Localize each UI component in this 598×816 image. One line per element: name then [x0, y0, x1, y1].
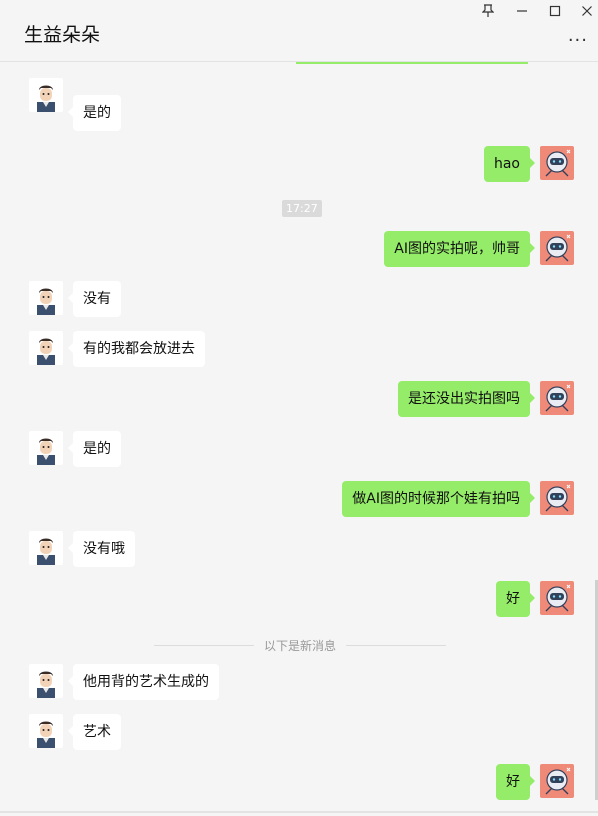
pin-icon[interactable] — [481, 4, 495, 23]
contact-avatar[interactable] — [29, 281, 63, 315]
my-avatar[interactable] — [540, 146, 574, 180]
my-avatar[interactable] — [540, 231, 574, 265]
title-bar: 生益朵朵 ··· — [0, 0, 598, 62]
message-bubble[interactable]: 他用背的艺术生成的 — [68, 664, 219, 700]
message-bubble[interactable]: 是还没出实拍图吗 — [398, 381, 535, 417]
message-bubble[interactable]: 做AI图的时候那个娃有拍吗 — [342, 481, 535, 517]
message-list[interactable]: 是的 hao 17:27 AI图的实拍呢，帅哥 没有 有的我都会放进去 是还没出… — [0, 62, 598, 816]
close-icon[interactable] — [581, 4, 593, 23]
contact-avatar[interactable] — [29, 431, 63, 465]
contact-avatar[interactable] — [29, 664, 63, 698]
divider-line — [346, 645, 446, 646]
message-bubble[interactable]: AI图的实拍呢，帅哥 — [384, 231, 535, 267]
maximize-icon[interactable] — [549, 4, 561, 23]
message-bubble[interactable]: 有的我都会放进去 — [68, 331, 205, 367]
new-messages-divider: 以下是新消息 — [154, 637, 446, 653]
message-bubble[interactable]: 没有 — [68, 281, 121, 317]
message-bubble[interactable]: 是的 — [68, 95, 121, 131]
message-bubble[interactable]: 没有哦 — [68, 531, 135, 567]
contact-avatar[interactable] — [29, 531, 63, 565]
message-bubble[interactable]: 好 — [496, 764, 535, 800]
message-bubble[interactable]: 艺术 — [68, 714, 121, 750]
more-icon[interactable]: ··· — [568, 30, 588, 51]
my-avatar[interactable] — [540, 581, 574, 615]
my-avatar[interactable] — [540, 764, 574, 798]
my-avatar[interactable] — [540, 481, 574, 515]
my-avatar[interactable] — [540, 381, 574, 415]
divider-label: 以下是新消息 — [263, 639, 336, 653]
minimize-icon[interactable] — [516, 4, 528, 23]
message-bubble[interactable]: 是的 — [68, 431, 121, 467]
message-bubble[interactable]: hao — [483, 146, 536, 182]
divider-line — [154, 645, 254, 646]
bottom-border — [0, 811, 598, 813]
contact-avatar[interactable] — [29, 714, 63, 748]
time-marker: 17:27 — [282, 200, 322, 217]
contact-avatar[interactable] — [29, 331, 63, 365]
message-bubble[interactable]: 好 — [496, 581, 535, 617]
contact-avatar[interactable] — [29, 78, 63, 112]
previous-message-edge — [296, 62, 528, 64]
chat-title: 生益朵朵 — [24, 24, 101, 46]
